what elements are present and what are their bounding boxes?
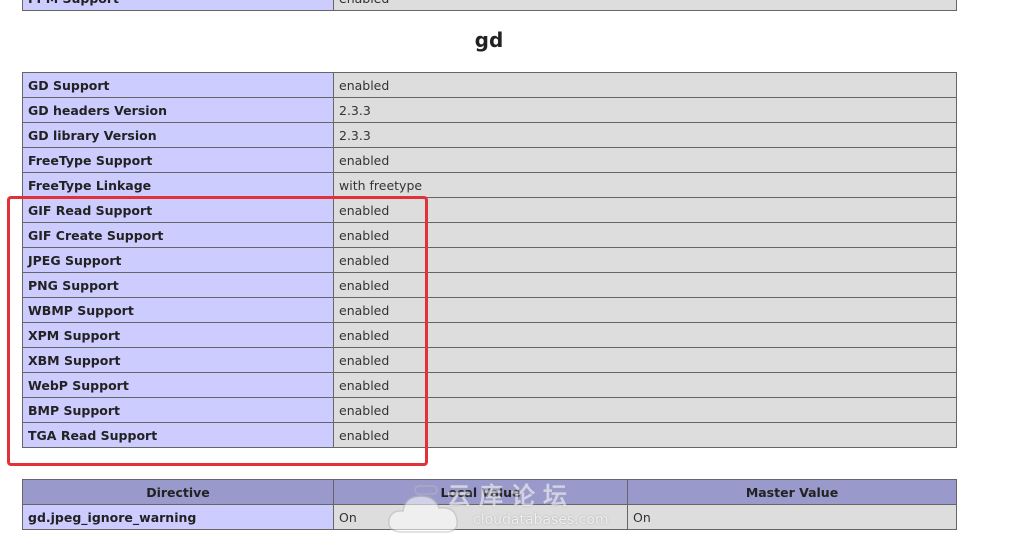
row-value: enabled: [333, 297, 957, 323]
directive-header-row: Directive Local Value Master Value: [22, 479, 957, 505]
row-value: enabled: [333, 322, 957, 348]
table-row: PNG Support enabled: [22, 272, 957, 298]
row-label: FreeType Support: [22, 147, 334, 173]
table-row: GIF Read Support enabled: [22, 197, 957, 223]
row-label: FreeType Linkage: [22, 172, 334, 198]
previous-section-table: FPM Support enabled: [22, 0, 957, 11]
row-value: enabled: [333, 0, 957, 11]
directive-name: gd.jpeg_ignore_warning: [22, 504, 334, 530]
local-value-header: Local Value: [333, 479, 628, 505]
row-value: enabled: [333, 222, 957, 248]
table-row: WebP Support enabled: [22, 372, 957, 398]
table-row: WBMP Support enabled: [22, 297, 957, 323]
table-row: BMP Support enabled: [22, 397, 957, 423]
table-row: FPM Support enabled: [22, 0, 957, 11]
table-row: GIF Create Support enabled: [22, 222, 957, 248]
row-value: with freetype: [333, 172, 957, 198]
row-value: enabled: [333, 197, 957, 223]
row-label: JPEG Support: [22, 247, 334, 273]
phpinfo-page: FPM Support enabled gd GD Supportenabled…: [0, 0, 1024, 543]
row-label: GD library Version: [22, 122, 334, 148]
directive-local-value: On: [333, 504, 628, 530]
gd-info-table: GD Support enabled GD headers Version 2.3.3…: [22, 72, 957, 448]
row-label: WebP Support: [22, 372, 334, 398]
row-value: 2.3.3: [333, 122, 957, 148]
section-title: gd: [474, 28, 504, 52]
row-value: enabled: [333, 422, 957, 448]
directive-header: Directive: [22, 479, 334, 505]
row-label: GD Support: [22, 72, 334, 98]
row-value: enabled: [333, 247, 957, 273]
table-row: FreeType Support enabled: [22, 147, 957, 173]
directive-master-value: On: [627, 504, 957, 530]
row-label: PNG Support: [22, 272, 334, 298]
table-row: JPEG Support enabled: [22, 247, 957, 273]
row-label: XBM Support: [22, 347, 334, 373]
row-value: enabled: [333, 397, 957, 423]
row-value: enabled: [333, 147, 957, 173]
directive-table: Directive Local Value Master Value gd.jp…: [22, 479, 957, 530]
table-row: XBM Support enabled: [22, 347, 957, 373]
master-value-header: Master Value: [627, 479, 957, 505]
row-label: TGA Read Support: [22, 422, 334, 448]
row-label: BMP Support: [22, 397, 334, 423]
row-value: enabled: [333, 272, 957, 298]
row-label: FPM Support: [22, 0, 334, 11]
table-row: GD Support enabled: [22, 72, 957, 98]
table-row: FreeType Linkage with freetype: [22, 172, 957, 198]
row-label: XPM Support: [22, 322, 334, 348]
table-row: XPM Support enabled: [22, 322, 957, 348]
row-label: GD headers Version: [22, 97, 334, 123]
row-value: 2.3.3: [333, 97, 957, 123]
table-row: GD headers Version 2.3.3: [22, 97, 957, 123]
row-value: enabled: [333, 372, 957, 398]
table-row: GD library Version 2.3.3: [22, 122, 957, 148]
directive-row: gd.jpeg_ignore_warning On On: [22, 504, 957, 530]
row-value: enabled: [333, 347, 957, 373]
row-label: WBMP Support: [22, 297, 334, 323]
row-value: enabled: [333, 72, 957, 98]
table-row: TGA Read Support enabled: [22, 422, 957, 448]
row-label: GIF Read Support: [22, 197, 334, 223]
row-label: GIF Create Support: [22, 222, 334, 248]
